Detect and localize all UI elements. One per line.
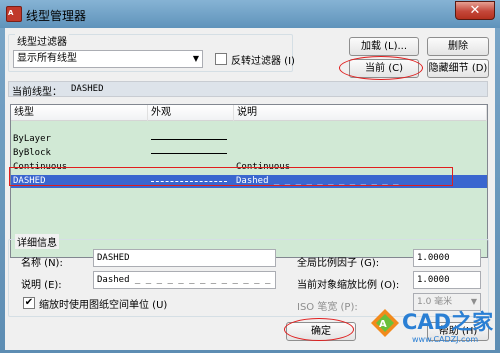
- name-label: 名称 (N):: [21, 258, 63, 269]
- invert-filter-label: 反转过滤器 (I): [231, 56, 295, 67]
- close-button[interactable]: ✕: [455, 1, 495, 20]
- linetype-appearance: [151, 147, 231, 160]
- delete-button[interactable]: 删除: [427, 37, 489, 56]
- current-button-annotation: [339, 56, 423, 80]
- table-header: 线型 外观 说明: [11, 105, 487, 121]
- name-field[interactable]: DASHED: [93, 249, 276, 267]
- filter-select[interactable]: 显示所有线型 ▼: [13, 50, 203, 68]
- current-linetype-value: DASHED: [71, 84, 104, 94]
- current-linetype-bar: 当前线型： DASHED: [8, 81, 488, 98]
- linetype-preview-line: [151, 153, 227, 154]
- cad-watermark: A CAD之家 www.CADZJ.com: [370, 302, 500, 350]
- details-group-label: 详细信息: [15, 234, 59, 249]
- current-linetype-label: 当前线型：: [12, 87, 62, 98]
- paper-space-label: 缩放时使用图纸空间单位 (U): [39, 300, 168, 311]
- load-button[interactable]: 加载 (L)...: [349, 37, 419, 56]
- linetype-preview-line: [151, 139, 227, 140]
- linetype-description: [236, 133, 486, 146]
- description-label: 说明 (E):: [21, 280, 62, 291]
- object-scale-field[interactable]: 1.0000: [413, 271, 481, 289]
- global-scale-label: 全局比例因子 (G):: [297, 258, 380, 269]
- linetype-manager-window: A 线型管理器 ✕ 线型过滤器 显示所有线型 ▼ 反转过滤器 (I) 加载 (L…: [0, 0, 500, 353]
- title-bar[interactable]: A 线型管理器 ✕: [0, 0, 500, 28]
- ok-button-annotation: [284, 318, 354, 341]
- hide-details-button[interactable]: 隐藏细节 (D): [427, 59, 489, 78]
- chevron-down-icon: ▼: [192, 54, 199, 63]
- column-header-description[interactable]: 说明: [234, 105, 487, 121]
- invert-filter-checkbox[interactable]: [215, 53, 227, 65]
- description-field[interactable]: Dashed _ _ _ _ _ _ _ _ _ _ _ _ _: [93, 271, 276, 289]
- watermark-text: CAD之家: [402, 310, 494, 334]
- cad-logo-icon: A: [371, 309, 399, 337]
- table-row[interactable]: ByBlock: [11, 147, 487, 160]
- linetype-description: [236, 147, 486, 160]
- column-header-appearance[interactable]: 外观: [148, 105, 234, 121]
- column-header-linetype[interactable]: 线型: [11, 105, 148, 121]
- filter-select-value: 显示所有线型: [17, 53, 77, 64]
- selected-row-annotation: [9, 167, 453, 186]
- linetype-name: ByBlock: [13, 148, 51, 158]
- table-row[interactable]: ByLayer: [11, 133, 487, 146]
- iso-pen-width-label: ISO 笔宽 (P):: [297, 302, 358, 313]
- linetype-appearance: [151, 133, 231, 146]
- autocad-app-icon: A: [6, 6, 22, 22]
- window-title: 线型管理器: [26, 9, 87, 23]
- paper-space-checkbox[interactable]: ✔: [23, 297, 35, 309]
- filter-group-label: 线型过滤器: [15, 33, 69, 48]
- global-scale-field[interactable]: 1.0000: [413, 249, 481, 267]
- linetype-name: ByLayer: [13, 134, 51, 144]
- watermark-url: www.CADZJ.com: [412, 335, 479, 344]
- object-scale-label: 当前对象缩放比例 (O):: [297, 280, 400, 291]
- svg-text:A: A: [379, 319, 387, 330]
